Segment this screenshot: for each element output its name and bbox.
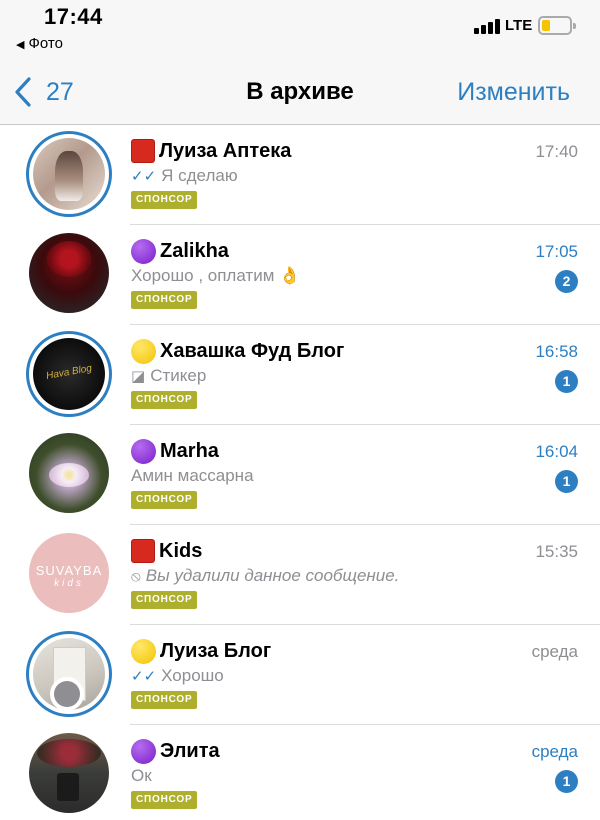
chat-time: 16:58 xyxy=(535,342,578,361)
unread-count-badge: 1 xyxy=(555,370,578,393)
chat-time: 17:05 xyxy=(535,242,578,261)
sponsor-badge: СПОНСОР xyxy=(131,391,198,409)
chat-name: Kids xyxy=(159,539,203,562)
chat-row[interactable]: Луиза Аптека ✓✓ Я сделаю СПОНСОР 17:40 xyxy=(0,125,600,225)
unread-count-badge: 1 xyxy=(555,470,578,493)
status-bar: 17:44 ◀ Фото LTE xyxy=(0,0,600,60)
chat-time: 15:35 xyxy=(535,542,578,561)
chat-name: Хавашка Фуд Блог xyxy=(160,340,345,362)
chat-time: среда xyxy=(531,642,578,661)
chat-time: 17:40 xyxy=(535,142,578,161)
chat-message: Стикер xyxy=(150,366,207,385)
network-type: LTE xyxy=(505,17,533,34)
chat-message: Амин массарна xyxy=(131,466,254,485)
nav-bar: 27 В архиве Изменить xyxy=(0,60,600,125)
red-square-icon xyxy=(131,139,155,163)
chat-message: Вы удалили данное сообщение. xyxy=(145,566,400,585)
avatar xyxy=(29,733,109,813)
sponsor-badge: СПОНСОР xyxy=(131,791,198,809)
chat-time: среда xyxy=(531,742,578,761)
chat-name: Zalikha xyxy=(160,240,229,262)
purple-circle-icon xyxy=(131,439,156,464)
signal-icon xyxy=(474,18,502,34)
yellow-circle-icon xyxy=(131,339,156,364)
chat-list: Луиза Аптека ✓✓ Я сделаю СПОНСОР 17:40 Za… xyxy=(0,125,600,820)
unread-count-badge: 2 xyxy=(555,270,578,293)
chat-row[interactable]: Hava Blog Хавашка Фуд Блог ◪ Стикер СПОНС… xyxy=(0,325,600,425)
chat-name: Marha xyxy=(160,440,219,462)
chat-name: Элита xyxy=(160,740,220,762)
purple-circle-icon xyxy=(131,239,156,264)
back-triangle-icon: ◀ xyxy=(16,39,25,51)
sponsor-badge: СПОНСОР xyxy=(131,191,198,209)
red-square-icon xyxy=(131,539,155,563)
chat-row[interactable]: Marha Амин массарна СПОНСОР 16:04 1 xyxy=(0,425,600,525)
avatar xyxy=(29,433,109,513)
timer-icon xyxy=(50,677,84,711)
status-time: 17:44 xyxy=(44,4,103,29)
chat-message: Ок xyxy=(131,766,152,785)
back-to-app-link[interactable]: ◀ Фото xyxy=(16,35,63,52)
chat-message: Хорошо , оплатим 👌 xyxy=(131,266,301,285)
chat-row[interactable]: Zalikha Хорошо , оплатим 👌 СПОНСОР 17:05… xyxy=(0,225,600,325)
unread-count-badge: 1 xyxy=(555,770,578,793)
chat-name: Луиза Аптека xyxy=(159,139,292,162)
edit-button[interactable]: Изменить xyxy=(457,78,570,107)
sponsor-badge: СПОНСОР xyxy=(131,691,198,709)
sticker-icon: ◪ xyxy=(131,368,146,385)
chat-message: Хорошо xyxy=(161,666,224,685)
battery-icon xyxy=(538,16,576,35)
chat-row[interactable]: SUVAYBA kids Kids ⦸ Вы удалили данное соо… xyxy=(0,525,600,625)
chat-row[interactable]: Луиза Блог ✓✓ Хорошо СПОНСОР среда xyxy=(0,625,600,725)
avatar: Hava Blog xyxy=(26,331,112,417)
avatar xyxy=(29,233,109,313)
double-check-icon: ✓✓ xyxy=(131,668,157,685)
chat-name: Луиза Блог xyxy=(160,640,272,662)
avatar: SUVAYBA kids xyxy=(29,533,109,613)
avatar xyxy=(26,131,112,217)
yellow-circle-icon xyxy=(131,639,156,664)
sponsor-badge: СПОНСОР xyxy=(131,491,198,509)
purple-circle-icon xyxy=(131,739,156,764)
avatar-brand-subtext: kids xyxy=(54,578,84,589)
double-check-icon: ✓✓ xyxy=(131,168,157,185)
chat-time: 16:04 xyxy=(535,442,578,461)
back-app-label: Фото xyxy=(28,35,63,52)
sponsor-badge: СПОНСОР xyxy=(131,591,198,609)
chat-message: Я сделаю xyxy=(161,166,238,185)
avatar-brand-text: SUVAYBA xyxy=(35,563,103,578)
chat-row[interactable]: Элита Ок СПОНСОР среда 1 xyxy=(0,725,600,820)
sponsor-badge: СПОНСОР xyxy=(131,291,198,309)
deleted-icon: ⦸ xyxy=(131,567,141,585)
